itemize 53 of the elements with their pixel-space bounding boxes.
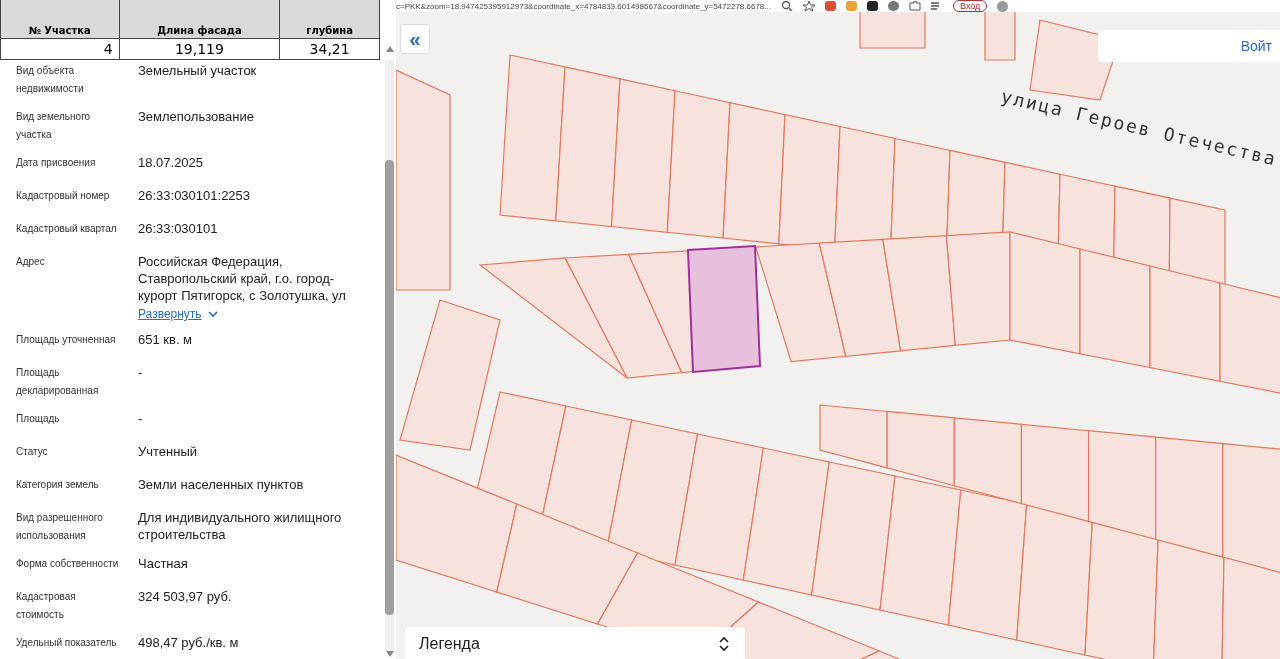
property-value: Земли населенных пунктов [138,476,305,493]
chevron-down-icon [207,310,218,318]
scrollbar-thumb[interactable] [385,160,394,615]
property-label: Кадастровая стоимость [16,590,77,622]
property-value: Учтенный [138,443,199,460]
extension-icon[interactable] [867,1,878,11]
property-value: 324 503,97 руб. [138,588,233,605]
property-value: 651 кв. м [138,331,194,348]
property-value: 26:33:030101 [138,220,219,237]
scroll-up-icon[interactable] [386,46,394,52]
property-label: Категория земель [16,478,100,492]
login-button[interactable]: Войт [1098,30,1280,62]
property-label: Адрес [16,255,46,269]
property-value: - [138,364,144,381]
property-label: Кадастровый номер [16,189,111,203]
highlighted-parcel[interactable] [686,244,762,374]
table-cell: 4 [0,38,120,60]
property-value: Землепользование [138,108,255,125]
scrollbar[interactable] [385,60,394,652]
property-value: - [138,410,144,427]
legend-dropdown[interactable]: Легенда [405,627,745,659]
avatar-icon[interactable] [997,0,1009,12]
property-value: Частная [138,555,189,572]
property-label: Вид разрешенного использования [16,511,104,543]
property-label: Вид объекта недвижимости [16,64,85,96]
table-cell: 19,119 [119,38,280,60]
property-value: Российская Федерация, Ставропольский край, г.о. город-курорт Пятигорск, с Золотушка, ул [138,253,347,304]
column-header: глубина [279,0,380,39]
expand-collapse-icon [719,636,729,652]
property-label: Дата присвоения [16,156,97,170]
search-icon[interactable] [781,1,793,11]
property-value: Для индивидуального жилищного строительства [138,509,343,543]
property-label: Площадь декларированная [16,366,100,398]
property-value: Земельный участок [138,62,258,79]
legend-title: Легенда [419,635,480,653]
collapse-panel-button[interactable]: « [400,24,430,54]
property-label: Вид земельного участка [16,110,92,142]
column-header: № Участка [0,0,120,39]
property-label: Форма собственности [16,557,120,571]
property-label: Удельный показатель [16,636,118,650]
star-icon[interactable] [803,1,815,11]
address-bar[interactable]: c=PKK&zoom=18.947425395912973&coordinate_x=4784833.601498667&coordinate_y=5472278.6678... [396,1,771,11]
property-label: Кадастровый квартал [16,222,118,236]
property-value: 26:33:030101:2253 [138,187,252,204]
table-cell: 34,21 [279,38,380,60]
property-value: 498,47 руб./кв. м [138,634,240,651]
expand-link[interactable]: Развернуть [138,307,218,321]
property-value: 18.07.2025 [138,154,205,171]
column-header: Длина фасада [119,0,280,39]
property-label: Статус [16,445,49,459]
property-label: Площадь [16,412,61,426]
property-label: Площадь уточненная [16,333,117,347]
login-button[interactable]: Вход [953,0,988,12]
